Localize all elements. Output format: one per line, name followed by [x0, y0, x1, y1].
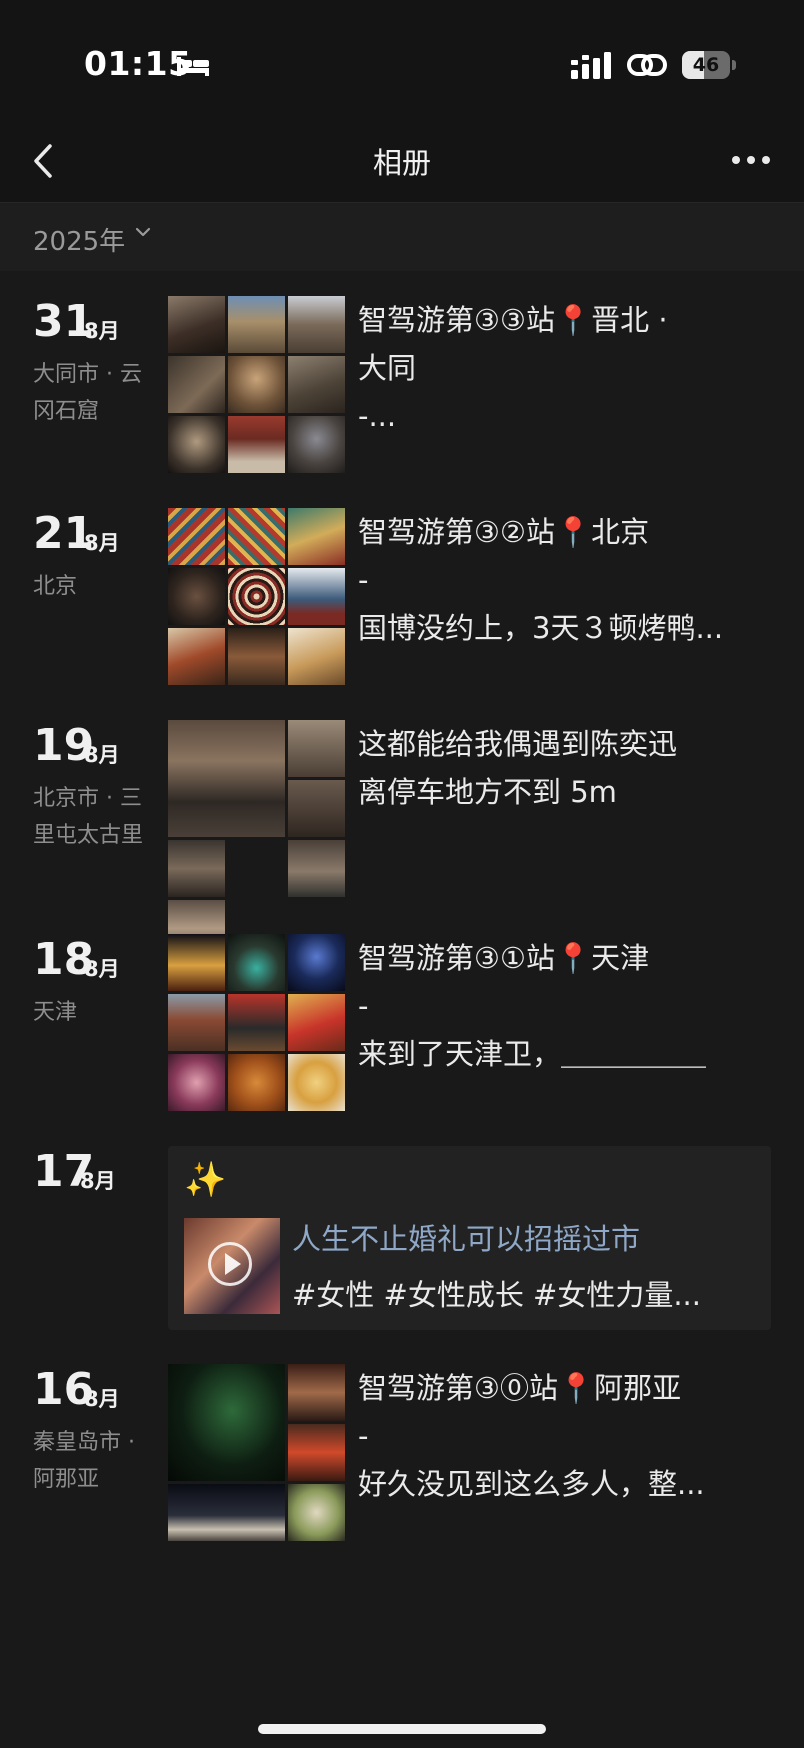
- photo-grid[interactable]: [168, 508, 345, 685]
- photo-thumbnail[interactable]: [228, 994, 285, 1051]
- cellular-signal-icon: [571, 52, 611, 79]
- entry-month: 8月: [84, 1387, 120, 1411]
- entry-month: 8月: [80, 1169, 116, 1193]
- entry-location: 天津: [33, 1000, 78, 1025]
- photo-grid[interactable]: [168, 1364, 345, 1541]
- photo-thumbnail[interactable]: [228, 628, 285, 685]
- entry-month: 8月: [84, 743, 120, 767]
- photo-thumbnail[interactable]: [288, 840, 345, 897]
- photo-thumbnail[interactable]: [168, 1484, 285, 1541]
- photo-grid[interactable]: [168, 934, 345, 1111]
- entry-month: 8月: [84, 531, 120, 555]
- photo-grid[interactable]: [168, 296, 345, 473]
- photo-thumbnail[interactable]: [288, 1364, 345, 1421]
- personal-hotspot-icon: [627, 54, 667, 76]
- photo-thumbnail[interactable]: [168, 934, 225, 991]
- entry-caption: 智驾游第③①站📍天津 - 来到了天津卫，＿＿＿＿＿: [358, 941, 707, 1071]
- photo-thumbnail[interactable]: [228, 416, 285, 473]
- sparkle-icon: ✨: [184, 1160, 227, 1200]
- photo-thumbnail[interactable]: [168, 1054, 225, 1111]
- photo-thumbnail[interactable]: [288, 628, 345, 685]
- photo-thumbnail[interactable]: [168, 720, 285, 837]
- home-indicator[interactable]: [258, 1724, 546, 1734]
- photo-thumbnail[interactable]: [168, 508, 225, 565]
- photo-thumbnail[interactable]: [228, 508, 285, 565]
- year-filter[interactable]: 2025年: [0, 203, 804, 271]
- photo-thumbnail[interactable]: [288, 994, 345, 1051]
- entry-location: 大同市 · 云冈石窟: [33, 362, 142, 424]
- photo-thumbnail[interactable]: [288, 416, 345, 473]
- page-title: 相册: [372, 146, 431, 180]
- shared-post-title[interactable]: 人生不止婚礼可以招摇过市: [292, 1216, 640, 1258]
- battery-level: 46: [692, 54, 720, 76]
- video-thumbnail[interactable]: [184, 1218, 280, 1314]
- photo-thumbnail[interactable]: [168, 416, 225, 473]
- battery-icon: 46: [682, 51, 736, 79]
- photo-thumbnail[interactable]: [168, 840, 225, 897]
- photo-thumbnail[interactable]: [288, 508, 345, 565]
- shared-post-card[interactable]: ✨ 人生不止婚礼可以招摇过市 #女性 #女性成长 #女性力量...: [168, 1146, 771, 1330]
- year-label[interactable]: 2025年: [33, 221, 125, 258]
- entry-caption: 智驾游第③⓪站📍阿那亚 - 好久没见到这么多人，整...: [358, 1371, 705, 1501]
- shared-post-tags: #女性 #女性成长 #女性力量...: [292, 1278, 701, 1312]
- photo-thumbnail[interactable]: [288, 1054, 345, 1111]
- photo-thumbnail[interactable]: [288, 934, 345, 991]
- photo-thumbnail[interactable]: [168, 994, 225, 1051]
- entry-caption: 智驾游第③②站📍北京 - 国博没约上，3天３顿烤鸭...: [358, 515, 724, 645]
- photo-thumbnail[interactable]: [288, 356, 345, 413]
- photo-thumbnail[interactable]: [168, 296, 225, 353]
- chevron-down-icon[interactable]: [134, 226, 152, 238]
- photo-thumbnail[interactable]: [288, 780, 345, 837]
- status-bar: 01:15 46: [0, 0, 804, 120]
- photo-thumbnail[interactable]: [288, 1424, 345, 1481]
- more-button[interactable]: [726, 140, 776, 180]
- entry-caption: 智驾游第③③站📍晋北 · 大同 -...: [358, 303, 668, 433]
- photo-thumbnail[interactable]: [168, 1364, 285, 1481]
- photo-thumbnail[interactable]: [228, 356, 285, 413]
- entry-location: 北京市 · 三里屯太古里: [33, 786, 144, 848]
- entry-caption: 这都能给我偶遇到陈奕迅 离停车地方不到 5m: [358, 727, 678, 809]
- photo-thumbnail[interactable]: [228, 296, 285, 353]
- photo-thumbnail[interactable]: [168, 628, 225, 685]
- photo-thumbnail[interactable]: [168, 568, 225, 625]
- entry-month: 8月: [84, 319, 120, 343]
- photo-thumbnail[interactable]: [228, 934, 285, 991]
- entry-location: 北京: [33, 574, 78, 599]
- photo-thumbnail[interactable]: [228, 1054, 285, 1111]
- nav-bar: 相册: [0, 120, 804, 203]
- photo-grid[interactable]: [168, 720, 345, 957]
- photo-thumbnail[interactable]: [288, 296, 345, 353]
- sleep-mode-icon: [177, 57, 209, 76]
- entry-month: 8月: [84, 957, 120, 981]
- photo-thumbnail[interactable]: [288, 1484, 345, 1541]
- photo-thumbnail[interactable]: [168, 356, 225, 413]
- photo-thumbnail[interactable]: [228, 568, 285, 625]
- photo-thumbnail[interactable]: [288, 720, 345, 777]
- entry-location: 秦皇岛市 · 阿那亚: [33, 1430, 135, 1492]
- photo-thumbnail[interactable]: [288, 568, 345, 625]
